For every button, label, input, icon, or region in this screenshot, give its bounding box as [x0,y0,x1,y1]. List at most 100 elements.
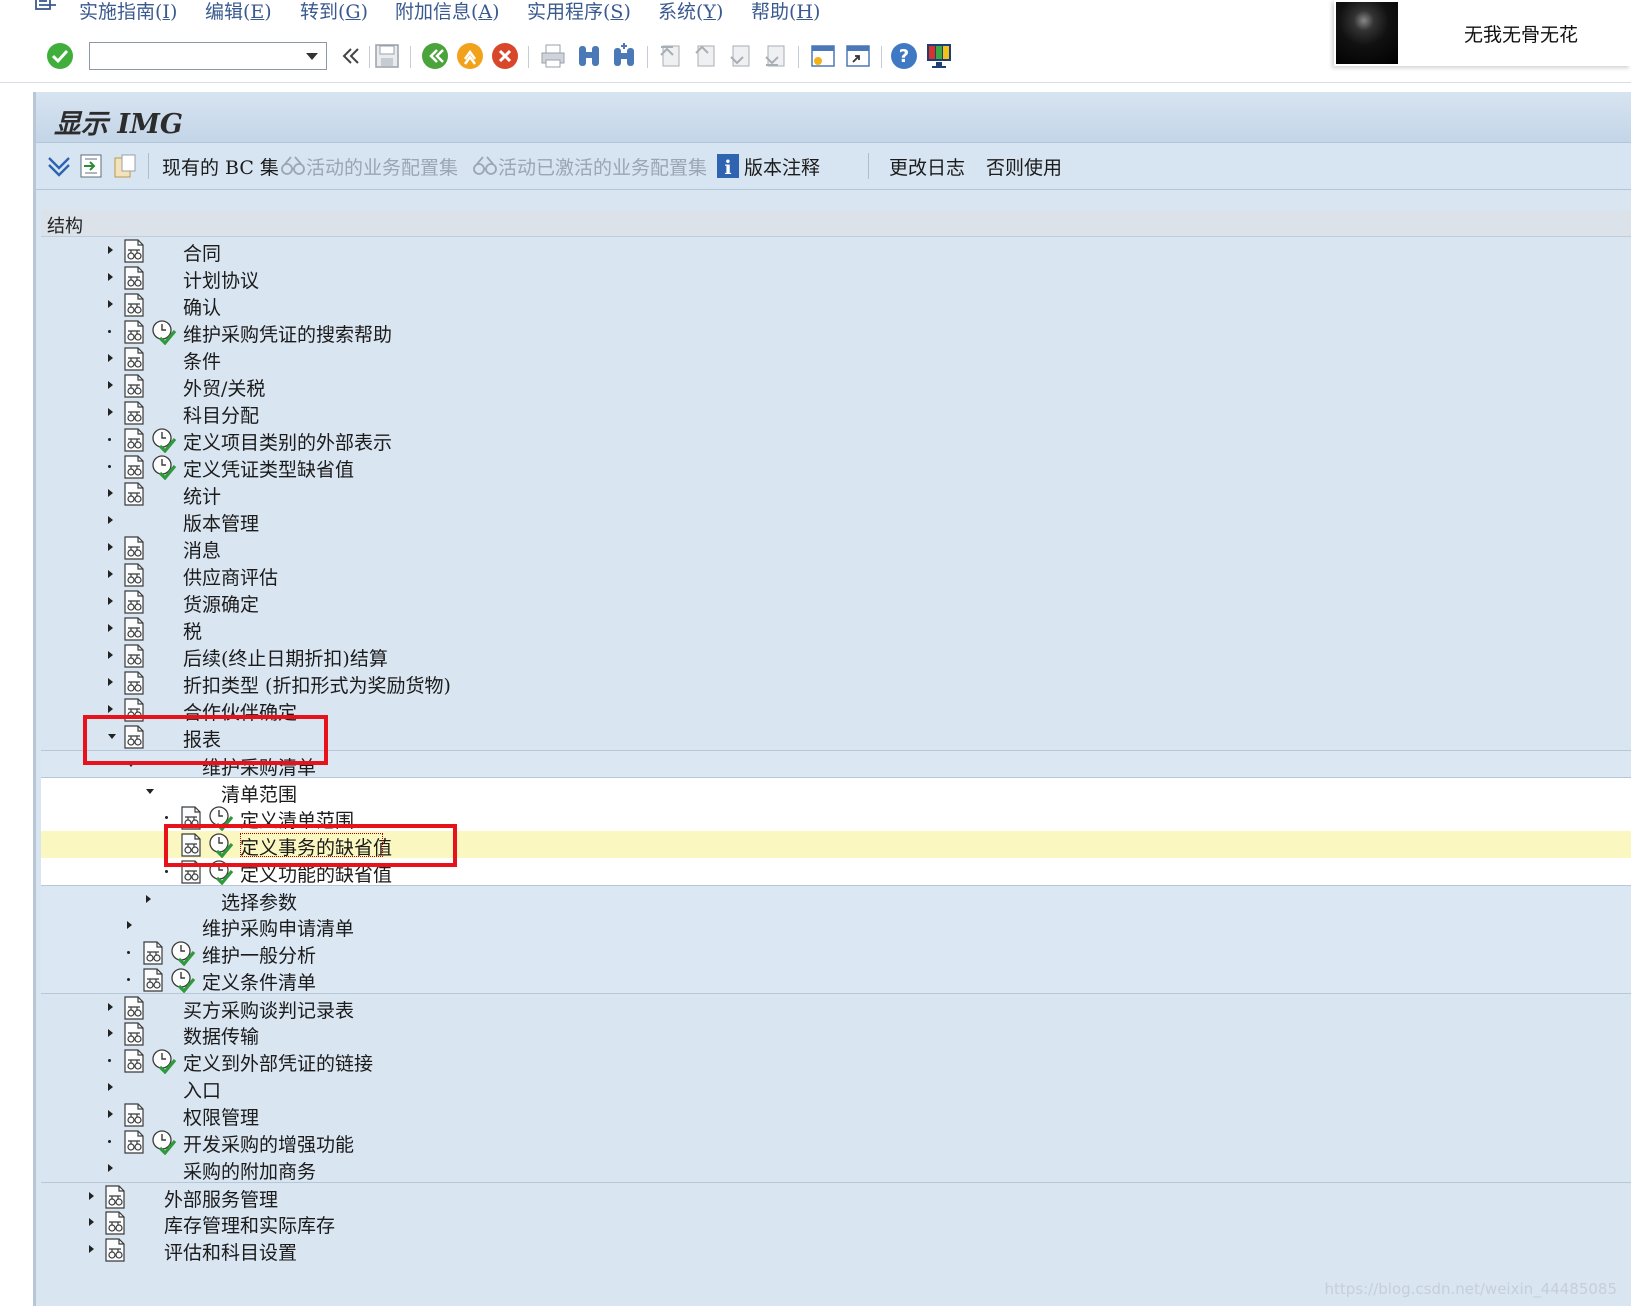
tree-node[interactable]: 定义功能的缺省值 [41,858,1631,886]
documentation-icon[interactable] [122,996,146,1020]
execute-activity-icon[interactable] [151,1048,177,1075]
tree-node[interactable]: 货源确定 [41,588,1631,616]
tree-node[interactable]: 后续(终止日期折扣)结算 [41,642,1631,671]
last-page-button[interactable] [760,41,790,71]
expand-node-icon[interactable] [108,543,113,551]
documentation-icon[interactable] [122,1130,146,1154]
bc-sets-button[interactable]: 现有的 BC 集 [162,152,279,180]
expand-node-icon[interactable] [108,624,113,632]
execute-activity-icon[interactable] [208,859,234,886]
menu-system[interactable]: 系统(Y) [658,0,723,24]
tree-node[interactable]: 定义事务的缺省值 [41,831,1631,859]
expand-node-icon[interactable] [108,570,113,578]
tree-node-label[interactable]: 维护一般分析 [202,941,316,968]
tree-node-label[interactable]: 条件 [183,347,221,374]
tree-node-label[interactable]: 统计 [183,482,221,509]
documentation-icon[interactable] [122,293,146,317]
expand-node-icon[interactable] [108,1083,113,1091]
tree-node[interactable]: 条件 [41,345,1631,374]
tree-node[interactable]: 供应商评估 [41,561,1631,590]
tree-node[interactable]: 消息 [41,534,1631,563]
tree-node[interactable]: 版本管理 [41,507,1631,536]
tree-node-label[interactable]: 外贸/关税 [183,374,265,401]
menu-extras[interactable]: 附加信息(A) [395,0,500,24]
tree-node[interactable]: 选择参数 [41,885,1631,915]
position-button[interactable] [78,152,104,180]
tree-node[interactable]: 买方采购谈判记录表 [41,993,1631,1023]
expand-node-icon[interactable] [108,354,113,362]
expand-node-icon[interactable] [108,516,113,524]
tree-node-label[interactable]: 外部服务管理 [164,1185,278,1212]
documentation-icon[interactable] [103,1211,127,1235]
tree-node-label[interactable]: 税 [183,617,202,644]
documentation-icon[interactable] [122,563,146,587]
tree-node[interactable]: 定义条件清单 [41,966,1631,995]
documentation-icon[interactable] [103,1185,127,1209]
documentation-icon[interactable] [122,725,146,749]
tree-node[interactable]: 合同 [41,237,1631,266]
documentation-icon[interactable] [122,698,146,722]
enter-button[interactable] [45,41,75,71]
documentation-icon[interactable] [179,860,203,884]
avatar[interactable] [1336,2,1398,64]
tree-node-label[interactable]: 选择参数 [221,888,297,915]
chevron-down-icon[interactable] [306,53,318,60]
documentation-icon[interactable] [122,320,146,344]
execute-activity-icon[interactable] [208,832,234,859]
documentation-icon[interactable] [103,1238,127,1262]
clipboard-button[interactable] [112,152,138,180]
expand-node-icon[interactable] [108,1003,113,1011]
tree-node[interactable]: 确认 [41,291,1631,319]
tree-node-label[interactable]: 合同 [183,239,221,266]
collapse-command-button[interactable] [336,41,366,71]
menu-implementation-guide[interactable]: 实施指南(I) [79,0,177,24]
tree-node-label[interactable]: 计划协议 [183,266,259,293]
expand-node-icon[interactable] [108,678,113,686]
exit-button[interactable] [455,41,485,71]
tree-node-label[interactable]: 权限管理 [183,1103,259,1130]
find-next-button[interactable] [609,41,639,71]
tree-node[interactable]: 折扣类型 (折扣形式为奖励货物) [41,669,1631,698]
tree-node[interactable]: 外贸/关税 [41,372,1631,401]
expand-node-icon[interactable] [108,300,113,308]
tree-node[interactable]: 维护采购清单 [41,750,1631,779]
expand-node-icon[interactable] [89,1218,94,1226]
tree-node-label[interactable]: 定义条件清单 [202,968,316,995]
execute-activity-icon[interactable] [208,805,234,832]
tree-node[interactable]: 采购的附加商务 [41,1155,1631,1183]
expand-node-icon[interactable] [108,381,113,389]
expand-node-icon[interactable] [89,1245,94,1253]
tree-node[interactable]: 计划协议 [41,264,1631,293]
otherwise-use-button[interactable]: 否则使用 [986,152,1062,180]
command-field[interactable] [89,42,327,70]
first-page-button[interactable] [655,41,685,71]
documentation-icon[interactable] [122,1103,146,1127]
collapse-node-icon[interactable] [108,734,116,739]
tree-node-label[interactable]: 后续(终止日期折扣)结算 [183,644,388,671]
documentation-icon[interactable] [122,455,146,479]
tree-node-label[interactable]: 版本管理 [183,509,259,536]
tree-node[interactable]: 库存管理和实际库存 [41,1209,1631,1237]
tree-node[interactable]: 开发采购的增强功能 [41,1128,1631,1157]
tree-node[interactable]: 税 [41,615,1631,644]
print-button[interactable] [538,41,568,71]
expand-subtree-button[interactable] [46,152,72,180]
tree-node[interactable]: 科目分配 [41,399,1631,427]
activated-bc-set-button[interactable]: 活动已激活的业务配置集 [472,152,707,180]
expand-node-icon[interactable] [108,246,113,254]
tree-node-label[interactable]: 折扣类型 (折扣形式为奖励货物) [183,671,451,698]
tree-node[interactable]: 定义凭证类型缺省值 [41,453,1631,482]
tree-node-label[interactable]: 供应商评估 [183,563,278,590]
tree-node-label[interactable]: 定义凭证类型缺省值 [183,455,354,482]
change-log-button[interactable]: 更改日志 [889,152,965,180]
documentation-icon[interactable] [122,239,146,263]
tree-node-label[interactable]: 报表 [183,725,221,752]
tree-node[interactable]: 合作伙伴确定 [41,696,1631,724]
execute-activity-icon[interactable] [151,427,177,454]
tree-node-label[interactable]: 消息 [183,536,221,563]
execute-activity-icon[interactable] [170,967,196,994]
tree-node-label[interactable]: 开发采购的增强功能 [183,1130,354,1157]
execute-activity-icon[interactable] [151,319,177,346]
tree-node-label[interactable]: 买方采购谈判记录表 [183,996,354,1023]
menu-help[interactable]: 帮助(H) [751,0,820,24]
